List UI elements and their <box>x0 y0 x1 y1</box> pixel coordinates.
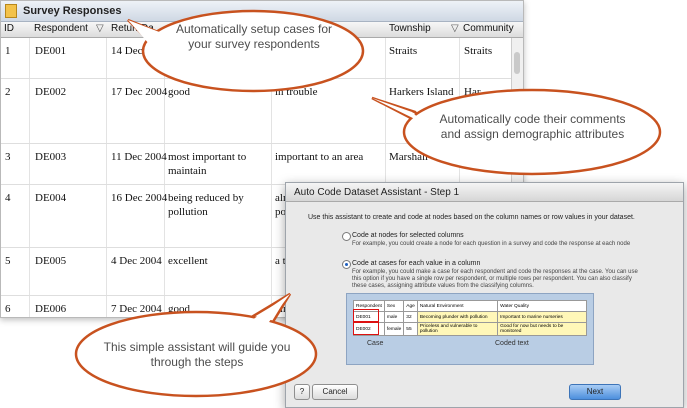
document-icon <box>5 4 17 18</box>
example-header: Age <box>403 300 418 312</box>
column-header-respondent[interactable]: Respondent <box>34 23 88 34</box>
comment-cell: good <box>168 86 190 98</box>
date-cell: 17 Dec 2004 <box>111 86 168 98</box>
comment-cell: excellent <box>168 255 208 267</box>
table-header: ID Respondent ▽ ReturnDa Township ▽ Comm… <box>1 22 523 38</box>
option-code-at-nodes[interactable]: Code at nodes for selected columns <box>342 232 464 241</box>
community-cell: Har <box>464 86 481 98</box>
respondent-cell: DE005 <box>35 255 67 267</box>
next-button[interactable]: Next <box>569 384 621 400</box>
option-code-at-cases[interactable]: Code at cases for each value in a column <box>342 260 481 269</box>
example-table: Respondent Sex Age Natural Environment W… <box>353 300 587 336</box>
case-highlight-box <box>353 322 379 335</box>
filter-icon[interactable]: ▽ <box>96 23 104 34</box>
township-cell: Harkers Island <box>389 86 454 98</box>
example-cell: Good for now but needs to be monitored <box>497 322 587 336</box>
attitude-cell: important to an area <box>275 151 364 163</box>
option-description: For example, you could create a node for… <box>352 241 631 247</box>
case-highlight-box <box>353 309 379 322</box>
date-cell: 4 Dec 2004 <box>111 255 162 267</box>
respondent-cell: DE001 <box>35 45 67 57</box>
option-label: Code at nodes for selected columns <box>352 232 464 239</box>
example-header: Water Quality <box>497 300 587 312</box>
radio-button-selected[interactable] <box>342 260 351 269</box>
window-title: Survey Responses <box>23 5 122 17</box>
respondent-cell: DE006 <box>35 303 67 315</box>
option-description: For example, you could make a case for e… <box>352 269 638 289</box>
comment-cell: good <box>168 303 190 315</box>
comment-cell: being reduced by pollution <box>168 192 244 218</box>
respondent-cell: DE003 <box>35 151 67 163</box>
date-cell: 11 Dec 2004 <box>111 151 167 163</box>
row-id: 2 <box>5 86 11 98</box>
cancel-button[interactable]: Cancel <box>312 384 358 400</box>
example-cell: Priceless and vulnerable to pollution <box>416 322 499 336</box>
filter-icon[interactable]: ▽ <box>451 23 459 34</box>
example-cell: 32 <box>403 311 418 323</box>
attitude-cell: in trouble <box>275 86 318 98</box>
example-preview: Respondent Sex Age Natural Environment W… <box>346 293 594 365</box>
date-cell: 14 Dec 20 <box>111 45 157 57</box>
row-id: 6 <box>5 303 11 315</box>
example-coded-label: Coded text <box>495 340 529 347</box>
scrollbar-thumb[interactable] <box>514 52 520 74</box>
dialog-title: Auto Code Dataset Assistant - Step 1 <box>286 183 683 202</box>
comment-cell: most important to maintain <box>168 151 247 177</box>
table-row[interactable]: 1 DE001 14 Dec 20 Straits Straits <box>1 38 511 79</box>
dialog-intro: Use this assistant to create and code at… <box>308 214 635 221</box>
township-cell: Marshall <box>389 151 429 163</box>
column-header-returndate[interactable]: ReturnDa <box>111 23 154 34</box>
example-cell: Important to marine nurseries <box>497 311 587 323</box>
auto-code-dialog: Auto Code Dataset Assistant - Step 1 Use… <box>285 182 684 408</box>
table-row[interactable]: 3 DE003 11 Dec 2004 most important to ma… <box>1 144 511 185</box>
radio-button[interactable] <box>342 232 351 241</box>
respondent-cell: DE004 <box>35 192 67 204</box>
table-row[interactable]: 2 DE002 17 Dec 2004 good in trouble Hark… <box>1 79 511 144</box>
column-header-township[interactable]: Township <box>389 23 431 34</box>
example-header: Natural Environment <box>416 300 499 312</box>
date-cell: 7 Dec 2004 <box>111 303 162 315</box>
community-cell: Straits <box>464 45 493 57</box>
example-cell: Becoming plunder with pollution <box>416 311 499 323</box>
date-cell: 16 Dec 2004 <box>111 192 168 204</box>
row-id: 4 <box>5 192 11 204</box>
callout-bottom-text: This simple assistant will guide you thr… <box>103 340 291 369</box>
help-button[interactable]: ? <box>294 384 310 400</box>
example-case-label: Case <box>367 340 384 347</box>
option-label: Code at cases for each value in a column <box>352 260 481 267</box>
example-cell: male <box>383 311 405 323</box>
column-header-id[interactable]: ID <box>4 23 14 34</box>
row-id: 1 <box>5 45 11 57</box>
respondent-cell: DE002 <box>35 86 67 98</box>
column-header-community[interactable]: Community <box>463 23 514 34</box>
township-cell: Straits <box>389 45 418 57</box>
example-header: Sex <box>383 300 405 312</box>
example-cell: 55 <box>403 322 418 336</box>
window-titlebar: Survey Responses <box>1 1 523 22</box>
example-cell: female <box>383 322 405 336</box>
row-id: 3 <box>5 151 11 163</box>
row-id: 5 <box>5 255 11 267</box>
